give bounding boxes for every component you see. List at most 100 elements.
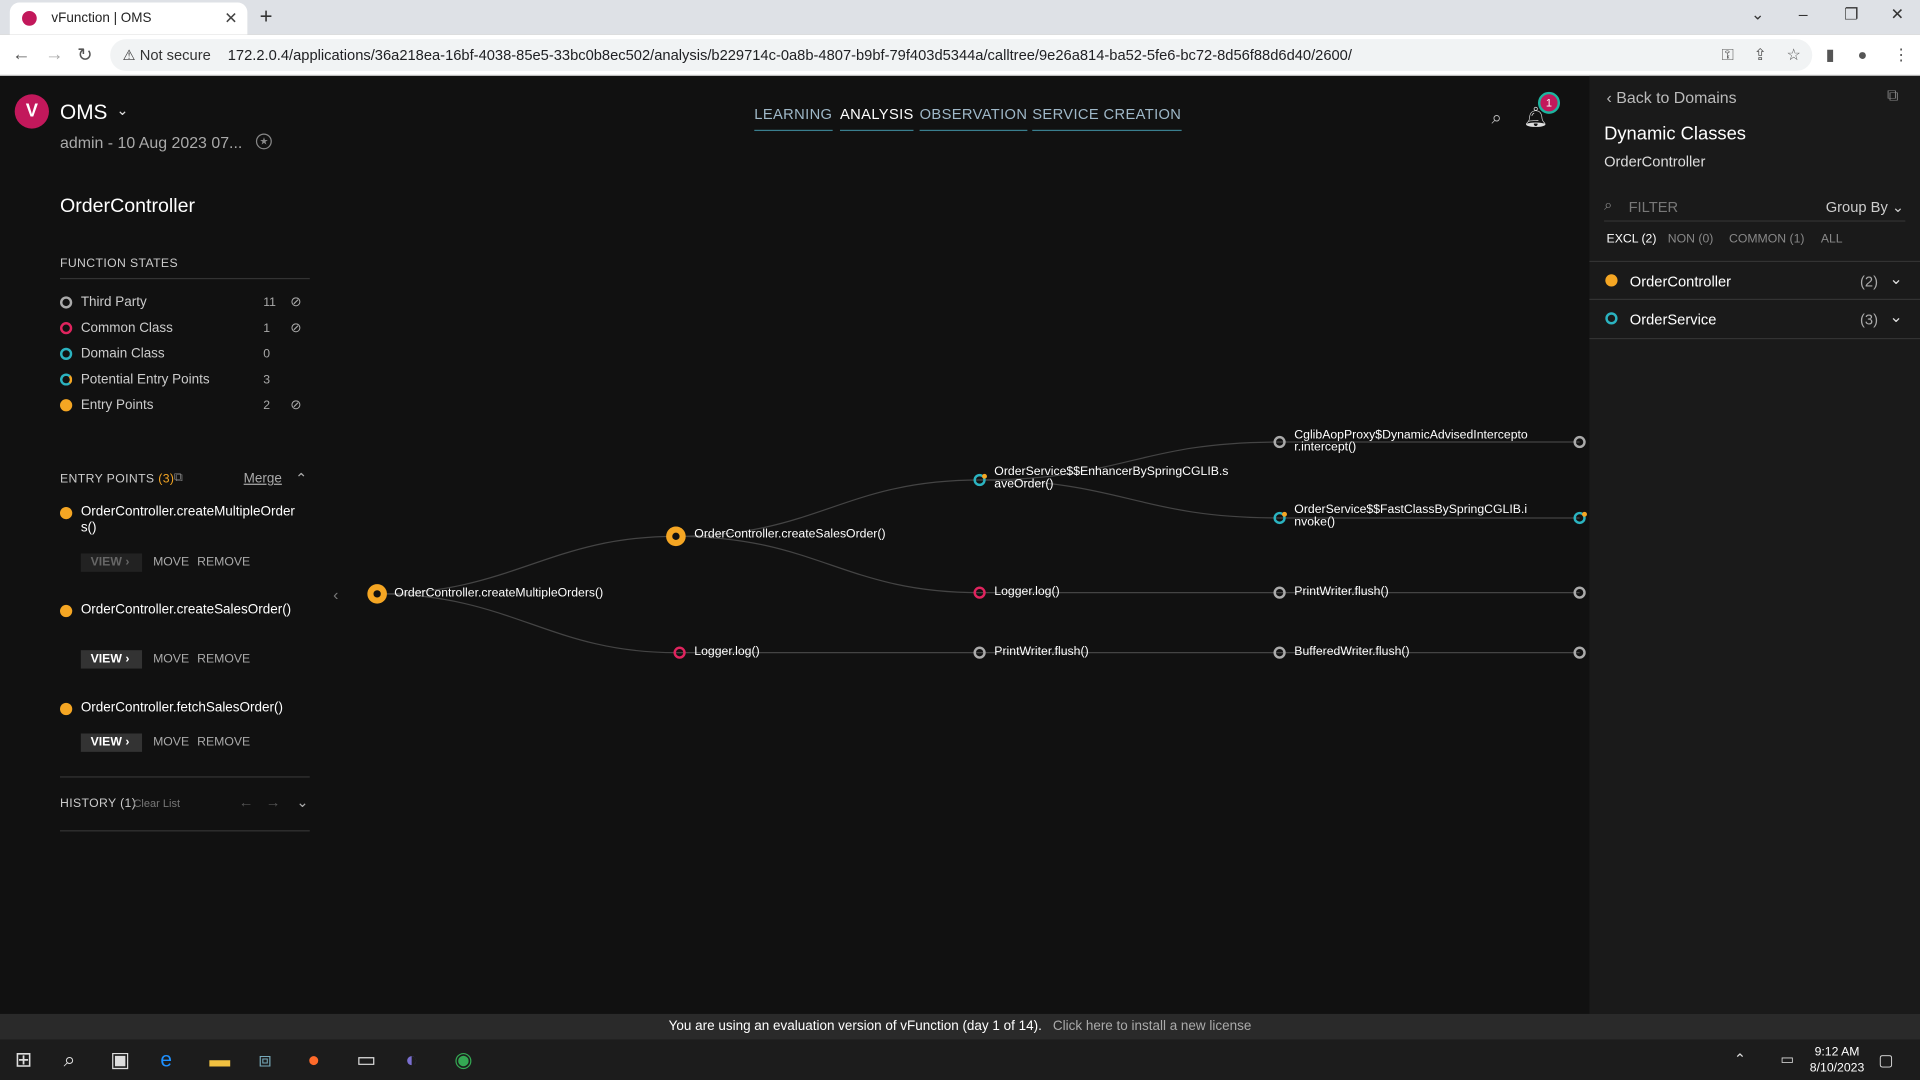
app-orange-icon[interactable]: ● — [307, 1048, 320, 1072]
app-name[interactable]: OMS — [60, 100, 107, 124]
history-back-arrow-icon[interactable]: ← — [239, 793, 254, 810]
call-node-label[interactable]: PrintWriter.flush() — [994, 646, 1088, 659]
side-panel-icon[interactable]: ▮ — [1826, 45, 1835, 65]
taskbar-search-icon[interactable]: ⌕ — [64, 1048, 76, 1072]
tab-search-chevron-icon[interactable]: ⌄ — [1751, 5, 1764, 25]
move-button[interactable]: MOVE — [153, 736, 189, 749]
call-node-label[interactable]: OrderController.createSalesOrder() — [694, 528, 885, 541]
reload-icon[interactable]: ↻ — [77, 44, 92, 66]
share-icon[interactable]: ⇪ — [1753, 45, 1766, 65]
function-state-entry-points[interactable]: Entry Points 2 ⊘ — [60, 396, 310, 418]
call-tree-graph[interactable]: ‹ OrderController.createMultipleOrders()… — [328, 407, 1601, 689]
taskbar-clock[interactable]: 9:12 AM 8/10/2023 — [1810, 1044, 1864, 1076]
call-node-label[interactable]: OrderService$$FastClassBySpringCGLIB.inv… — [1294, 504, 1529, 528]
not-secure-label[interactable]: ⚠ Not secure — [122, 47, 210, 64]
call-node-label[interactable]: PrintWriter.flush() — [1294, 586, 1388, 599]
expand-chevron-icon[interactable]: ⌄ — [1889, 307, 1902, 327]
history-forward-arrow-icon[interactable]: → — [266, 793, 281, 810]
dynamic-classes-panel: ‹ Back to Domains ⧉ Dynamic Classes Orde… — [1589, 75, 1920, 1014]
bookmark-star-icon[interactable]: ☆ — [1787, 45, 1801, 65]
new-tab-icon[interactable]: + — [260, 4, 273, 30]
app-dropdown-chevron-icon[interactable]: ⌄ — [116, 102, 128, 119]
tab-common[interactable]: COMMON (1) — [1729, 233, 1805, 246]
key-icon[interactable]: ⚿ — [1722, 45, 1734, 65]
class-row[interactable]: OrderService (3) ⌄ — [1589, 300, 1920, 340]
profile-icon[interactable]: ● — [1858, 45, 1868, 63]
eye-hidden-icon[interactable]: ⊘ — [290, 320, 301, 336]
move-button[interactable]: MOVE — [153, 653, 189, 666]
entry-point-name: OrderController.createSalesOrder() — [80, 602, 292, 618]
forward-arrow-icon[interactable]: → — [45, 44, 63, 65]
favorite-star-icon[interactable]: ★ — [255, 133, 272, 150]
move-button[interactable]: MOVE — [153, 556, 189, 569]
view-button[interactable]: VIEW › — [80, 553, 143, 572]
view-button[interactable]: VIEW › — [80, 650, 143, 669]
terminal-icon[interactable]: ▭ — [356, 1048, 376, 1072]
remove-button[interactable]: REMOVE — [197, 556, 250, 569]
remove-button[interactable]: REMOVE — [197, 653, 250, 666]
close-window-icon[interactable]: ✕ — [1891, 5, 1904, 25]
back-to-domains-link[interactable]: ‹ Back to Domains — [1607, 88, 1737, 106]
filter-input[interactable]: FILTER — [1629, 198, 1679, 215]
call-node-label[interactable]: Logger.log() — [694, 646, 759, 659]
export-icon[interactable]: ⧉ — [1887, 86, 1898, 106]
potential-entry-marker — [982, 473, 987, 479]
tab-all[interactable]: ALL — [1821, 233, 1843, 246]
vfunction-logo-icon[interactable]: V — [14, 94, 49, 129]
tray-chevron-up-icon[interactable]: ⌃ — [1734, 1051, 1746, 1068]
view-button[interactable]: VIEW › — [80, 733, 143, 752]
expand-chevron-icon[interactable]: ⌄ — [1889, 269, 1902, 289]
app-main: V OMS ⌄ admin - 10 Aug 2023 07... ★ LEAR… — [0, 75, 1920, 1014]
divider — [60, 277, 310, 280]
copy-icon[interactable]: ⧉ — [174, 471, 183, 484]
history-expand-chevron-icon[interactable]: ⌄ — [296, 793, 308, 810]
notifications-icon[interactable]: ▢ — [1878, 1051, 1893, 1071]
function-state-domain-class[interactable]: Domain Class 0 — [60, 344, 310, 366]
restore-icon[interactable]: ❐ — [1844, 5, 1858, 25]
network-tray-icon[interactable]: ▭ — [1780, 1051, 1794, 1068]
tab-observation[interactable]: OBSERVATION — [919, 105, 1028, 132]
tab-non[interactable]: NON (0) — [1668, 233, 1714, 246]
back-arrow-icon[interactable]: ← — [12, 44, 30, 65]
graph-back-chevron-icon[interactable]: ‹ — [333, 585, 338, 603]
internet-explorer-icon[interactable]: e — [160, 1048, 172, 1072]
group-by-dropdown[interactable]: Group By ⌄ — [1826, 198, 1904, 215]
function-state-third-party[interactable]: Third Party 11 ⊘ — [60, 293, 310, 315]
call-node-label[interactable]: OrderService$$EnhancerBySpringCGLIB.save… — [994, 466, 1234, 491]
close-tab-icon[interactable]: ✕ — [224, 9, 237, 29]
notification-badge[interactable]: 1 — [1537, 91, 1561, 114]
eye-hidden-icon[interactable]: ⊘ — [290, 397, 301, 413]
install-license-link[interactable]: Click here to install a new license — [1053, 1019, 1251, 1034]
url-field[interactable]: ⚠ Not secure 172.2.0.4/applications/36a2… — [110, 39, 1813, 72]
eye-hidden-icon[interactable]: ⊘ — [290, 294, 301, 310]
remove-button[interactable]: REMOVE — [197, 736, 250, 749]
function-state-common-class[interactable]: Common Class 1 ⊘ — [60, 318, 310, 340]
call-node-label[interactable]: CglibAopProxy$DynamicAdvisedInterceptor.… — [1294, 429, 1529, 454]
minimize-icon[interactable]: – — [1799, 5, 1808, 23]
windows-start-icon[interactable]: ⊞ — [15, 1048, 32, 1072]
call-node-label[interactable]: Logger.log() — [994, 586, 1059, 599]
browser-tab[interactable]: vFunction | OMS ✕ — [9, 2, 248, 35]
tab-excl[interactable]: EXCL (2) — [1607, 233, 1657, 246]
clear-list-link[interactable]: Clear List — [133, 797, 180, 809]
entry-class-icon — [1605, 274, 1618, 287]
tab-service-creation[interactable]: SERVICE CREATION — [1032, 105, 1182, 132]
tab-analysis[interactable]: ANALYSIS — [840, 105, 914, 132]
function-state-potential-entry-points[interactable]: Potential Entry Points 3 — [60, 370, 310, 392]
merge-link[interactable]: Merge — [244, 471, 282, 486]
task-view-icon[interactable]: ▣ — [110, 1048, 130, 1072]
collapse-chevron-up-icon[interactable]: ⌃ — [295, 470, 307, 487]
call-node-label[interactable]: BufferedWriter.flush() — [1294, 646, 1409, 659]
search-icon[interactable]: ⌕ — [1491, 108, 1501, 129]
eclipse-icon[interactable]: ◐ — [405, 1048, 418, 1072]
class-row[interactable]: OrderController (2) ⌄ — [1589, 260, 1920, 301]
tab-learning[interactable]: LEARNING — [754, 105, 833, 132]
chrome-icon[interactable]: ◉ — [454, 1048, 472, 1072]
file-explorer-icon[interactable]: ▬ — [209, 1048, 230, 1072]
class-name: OrderController — [1629, 273, 1732, 291]
entry-point-name: OrderController.createMultipleOrders() — [80, 504, 295, 536]
function-state-label: Domain Class — [80, 346, 165, 362]
network-app-icon[interactable]: ⧈ — [258, 1048, 271, 1072]
call-node-label[interactable]: OrderController.createMultipleOrders() — [394, 587, 603, 600]
menu-dots-icon[interactable]: ⋮ — [1893, 45, 1909, 65]
